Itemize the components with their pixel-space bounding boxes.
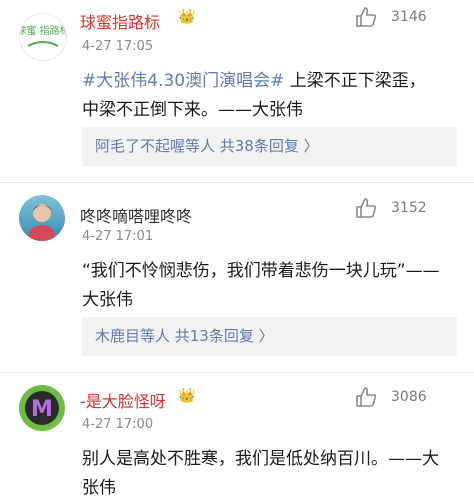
brand-logo-icon: 球蜜 指路标 [20, 14, 66, 60]
letter-m-logo-icon: M [19, 385, 65, 431]
comment-time: 4-27 17:01 [82, 229, 154, 244]
username[interactable]: 球蜜指路标 [80, 9, 160, 33]
like-button[interactable]: 3152 [355, 197, 427, 219]
reply-summary[interactable]: 阿毛了不起喔等人 共38条回复 〉 [82, 127, 457, 166]
username[interactable]: -是大脸怪呀 [80, 388, 166, 412]
hashtag-link[interactable]: #大张伟4.30澳门演唱会# [82, 71, 284, 91]
avatar[interactable] [19, 195, 65, 241]
avatar[interactable]: M [19, 385, 65, 431]
avatar-letter: M [31, 397, 53, 422]
avatar-logo-text: 球蜜 指路标 [20, 24, 66, 37]
comment-text: #大张伟4.30澳门演唱会# 上梁不正下梁歪，中梁不正倒下来。——大张伟 [82, 67, 442, 125]
divider [0, 372, 474, 373]
comment-body: 别人是高处不胜寒，我们是低处纳百川。——大张伟 [82, 449, 439, 498]
thumbs-up-icon [356, 7, 377, 27]
vip-crown-icon: 👑 [178, 388, 196, 404]
comment-time: 4-27 17:00 [82, 417, 154, 432]
user-photo-icon [27, 204, 57, 241]
avatar[interactable]: 球蜜 指路标 [19, 13, 67, 61]
comment-body: “我们不怜悯悲伤，我们带着悲伤一块儿玩”——大张伟 [82, 261, 440, 310]
comment-time: 4-27 17:05 [82, 39, 154, 54]
thumbs-up-icon [356, 198, 377, 218]
like-count: 3086 [391, 389, 427, 405]
reply-summary[interactable]: 木鹿目等人 共13条回复 〉 [82, 317, 457, 356]
divider [0, 182, 474, 183]
like-button[interactable]: 3146 [355, 6, 427, 28]
thumbs-up-icon [356, 387, 377, 407]
like-count: 3146 [391, 9, 427, 25]
like-button[interactable]: 3086 [355, 386, 427, 408]
vip-crown-icon: 👑 [178, 9, 196, 25]
username[interactable]: 咚咚嘀嗒哩咚咚 [80, 203, 192, 227]
like-count: 3152 [391, 200, 427, 216]
